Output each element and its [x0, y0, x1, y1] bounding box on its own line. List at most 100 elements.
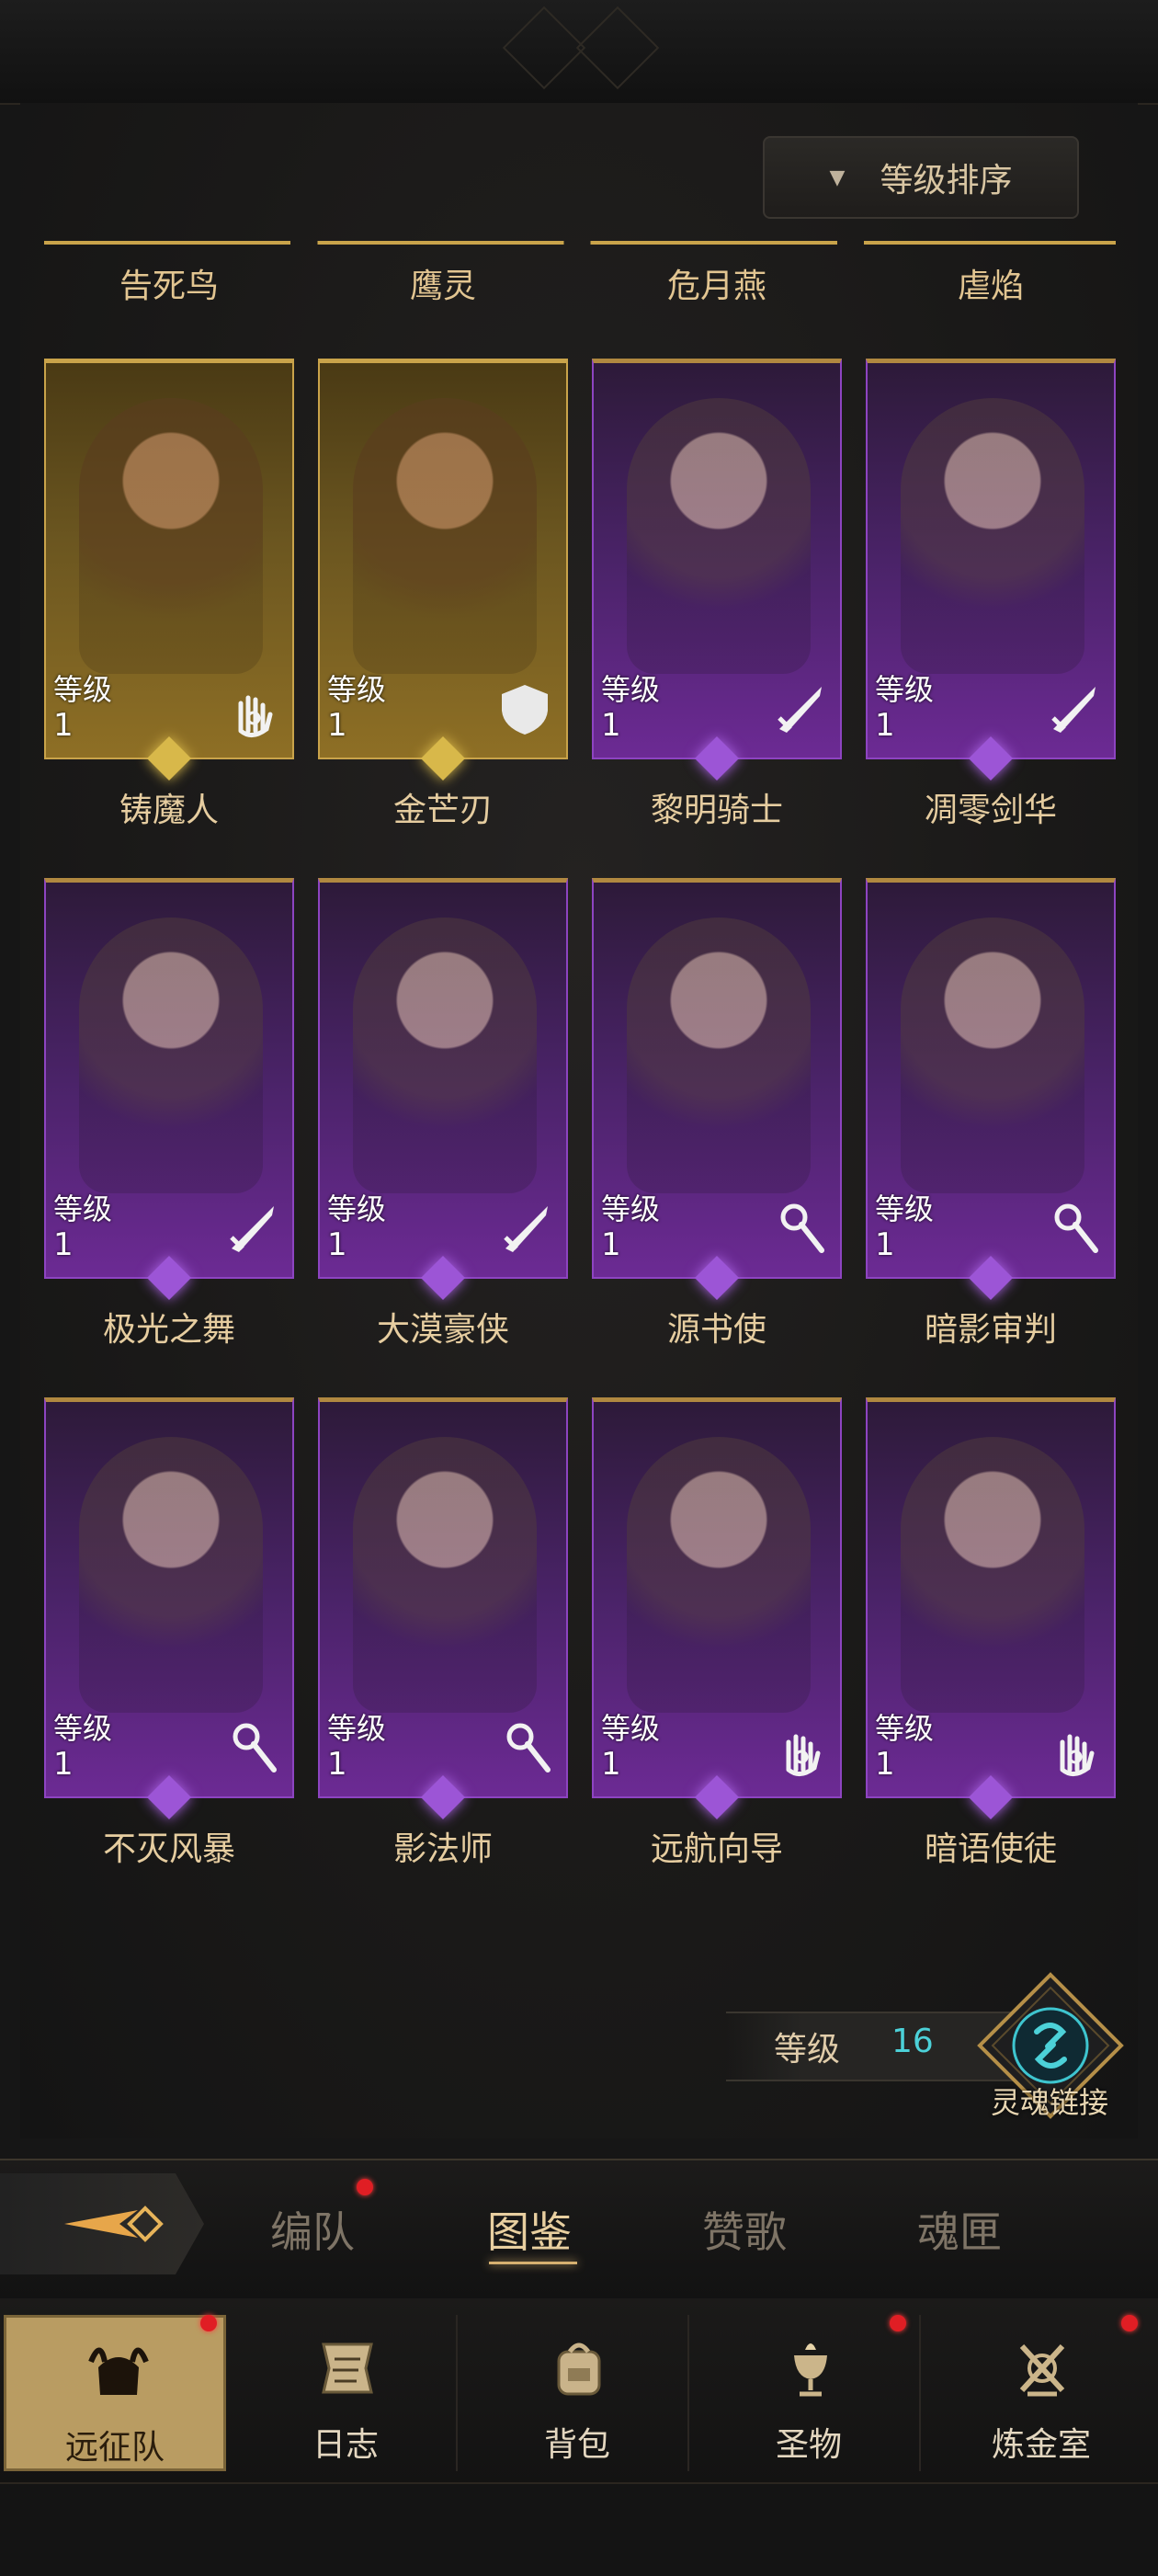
tab-formation-badge [357, 2179, 373, 2195]
soul-link-label[interactable]: 灵魂链接 [991, 2080, 1108, 2122]
hero-level-label: 等级 [875, 1711, 935, 1746]
nav-alchemy[interactable]: 炼金室 [930, 2315, 1152, 2471]
tab-formation[interactable]: 编队 [270, 2199, 355, 2260]
gallery-tab-bar: 编队 图鉴 赞歌 魂匣 [0, 2159, 1158, 2300]
hero-name[interactable]: 暗语使徒 [866, 1822, 1116, 1870]
top-decoration-bar [0, 0, 1158, 105]
hero-level-value: 1 [875, 1226, 895, 1263]
back-arrow-icon [64, 2206, 164, 2242]
nav-journal-label: 日志 [312, 2426, 379, 2464]
nav-alchemy-label: 炼金室 [991, 2426, 1091, 2464]
hero-portrait [901, 1437, 1084, 1713]
hero-card[interactable]: 等级 1 [866, 1397, 1116, 1798]
hero-card[interactable]: 等级 1 [44, 878, 294, 1279]
hero-portrait [353, 398, 537, 674]
scroll-icon [322, 2342, 373, 2394]
hero-card[interactable]: 等级 1 [318, 1397, 568, 1798]
hero-name[interactable]: 金芒刃 [318, 783, 568, 831]
staff-icon [506, 1723, 551, 1772]
staff-icon [780, 1203, 824, 1253]
nav-relics-label: 圣物 [775, 2426, 842, 2464]
hero-level-value: 1 [53, 1226, 74, 1263]
hand-icon [1060, 1734, 1095, 1776]
hero-name-top-2[interactable]: 鹰灵 [318, 259, 568, 307]
sword-icon [230, 1206, 274, 1252]
nav-relics[interactable]: 圣物 [698, 2315, 921, 2471]
dropdown-triangle-icon: ▼ [829, 165, 846, 189]
back-button[interactable] [0, 2173, 204, 2274]
nav-relics-badge [890, 2315, 906, 2331]
hero-card[interactable]: 等级 1 [866, 359, 1116, 759]
sort-button-label: 等级排序 [880, 162, 1013, 199]
hero-card[interactable]: 等级 1 [592, 878, 842, 1279]
hero-card[interactable]: 等级 1 [318, 359, 568, 759]
hero-name-top-1[interactable]: 告死鸟 [44, 259, 294, 307]
tab-anthem[interactable]: 赞歌 [702, 2199, 787, 2260]
hero-name[interactable]: 凋零剑华 [866, 783, 1116, 831]
active-tab-underline [489, 2262, 577, 2264]
hero-card[interactable]: 等级 1 [592, 359, 842, 759]
hero-level-value: 1 [327, 1226, 347, 1263]
top-row-divider [44, 241, 1116, 245]
ornament-icon [502, 6, 586, 90]
hero-card[interactable]: 等级 1 [44, 1397, 294, 1798]
hero-level-label: 等级 [601, 1711, 661, 1746]
hero-level-value: 1 [875, 707, 895, 744]
backpack-icon [557, 2342, 601, 2396]
hero-level-value: 1 [875, 1746, 895, 1783]
shield-icon [502, 685, 548, 735]
hero-portrait [627, 398, 811, 674]
sort-by-level-button[interactable]: ▼ 等级排序 [763, 136, 1079, 219]
hero-portrait [79, 1437, 263, 1713]
nav-expedition[interactable]: 远征队 [4, 2315, 226, 2471]
hero-name[interactable]: 铸魔人 [44, 783, 294, 831]
hero-card[interactable]: 等级 1 [318, 878, 568, 1279]
nav-alchemy-badge [1121, 2315, 1138, 2331]
hero-level-value: 1 [601, 1746, 621, 1783]
hero-portrait [79, 398, 263, 674]
hero-name[interactable]: 影法师 [318, 1822, 568, 1870]
hero-name[interactable]: 不灭风暴 [44, 1822, 294, 1870]
hero-portrait [627, 918, 811, 1193]
tab-codex[interactable]: 图鉴 [487, 2199, 572, 2260]
hero-level-value: 1 [53, 1746, 74, 1783]
soul-link-level-value: 16 [891, 2023, 934, 2060]
hero-level-value: 1 [327, 1746, 347, 1783]
hero-name-top-4[interactable]: 虐焰 [866, 259, 1116, 307]
hero-name[interactable]: 远航向导 [592, 1822, 842, 1870]
hero-level-label: 等级 [53, 672, 113, 707]
hero-level-label: 等级 [601, 1191, 661, 1226]
hero-level-label: 等级 [327, 1191, 387, 1226]
hero-card[interactable]: 等级 1 [44, 359, 294, 759]
alchemy-icon [1019, 2343, 1065, 2397]
hero-card[interactable]: 等级 1 [866, 878, 1116, 1279]
hero-name-top-3[interactable]: 危月燕 [592, 259, 842, 307]
hero-portrait [353, 1437, 537, 1713]
hero-level-label: 等级 [53, 1711, 113, 1746]
ornament-icon [575, 6, 660, 90]
nav-journal[interactable]: 日志 [235, 2315, 458, 2471]
hero-level-value: 1 [601, 707, 621, 744]
hero-level-label: 等级 [601, 672, 661, 707]
hero-name[interactable]: 极光之舞 [44, 1303, 294, 1351]
helmet-icon [88, 2347, 149, 2395]
hero-level-value: 1 [601, 1226, 621, 1263]
hand-icon [238, 695, 273, 737]
tab-soul-box[interactable]: 魂匣 [917, 2199, 1002, 2260]
hero-portrait [79, 918, 263, 1193]
hero-level-label: 等级 [875, 672, 935, 707]
hero-name[interactable]: 黎明骑士 [592, 783, 842, 831]
hero-name[interactable]: 暗影审判 [866, 1303, 1116, 1351]
staff-icon [233, 1723, 277, 1772]
staff-icon [1054, 1203, 1098, 1253]
hero-name[interactable]: 大漠豪侠 [318, 1303, 568, 1351]
hero-level-value: 1 [327, 707, 347, 744]
bottom-decoration-strip [0, 2482, 1158, 2576]
hero-level-label: 等级 [53, 1191, 113, 1226]
hero-name[interactable]: 源书使 [592, 1303, 842, 1351]
sword-icon [504, 1206, 548, 1252]
nav-backpack[interactable]: 背包 [467, 2315, 689, 2471]
hero-card[interactable]: 等级 1 [592, 1397, 842, 1798]
hero-level-label: 等级 [875, 1191, 935, 1226]
hero-portrait [901, 398, 1084, 674]
